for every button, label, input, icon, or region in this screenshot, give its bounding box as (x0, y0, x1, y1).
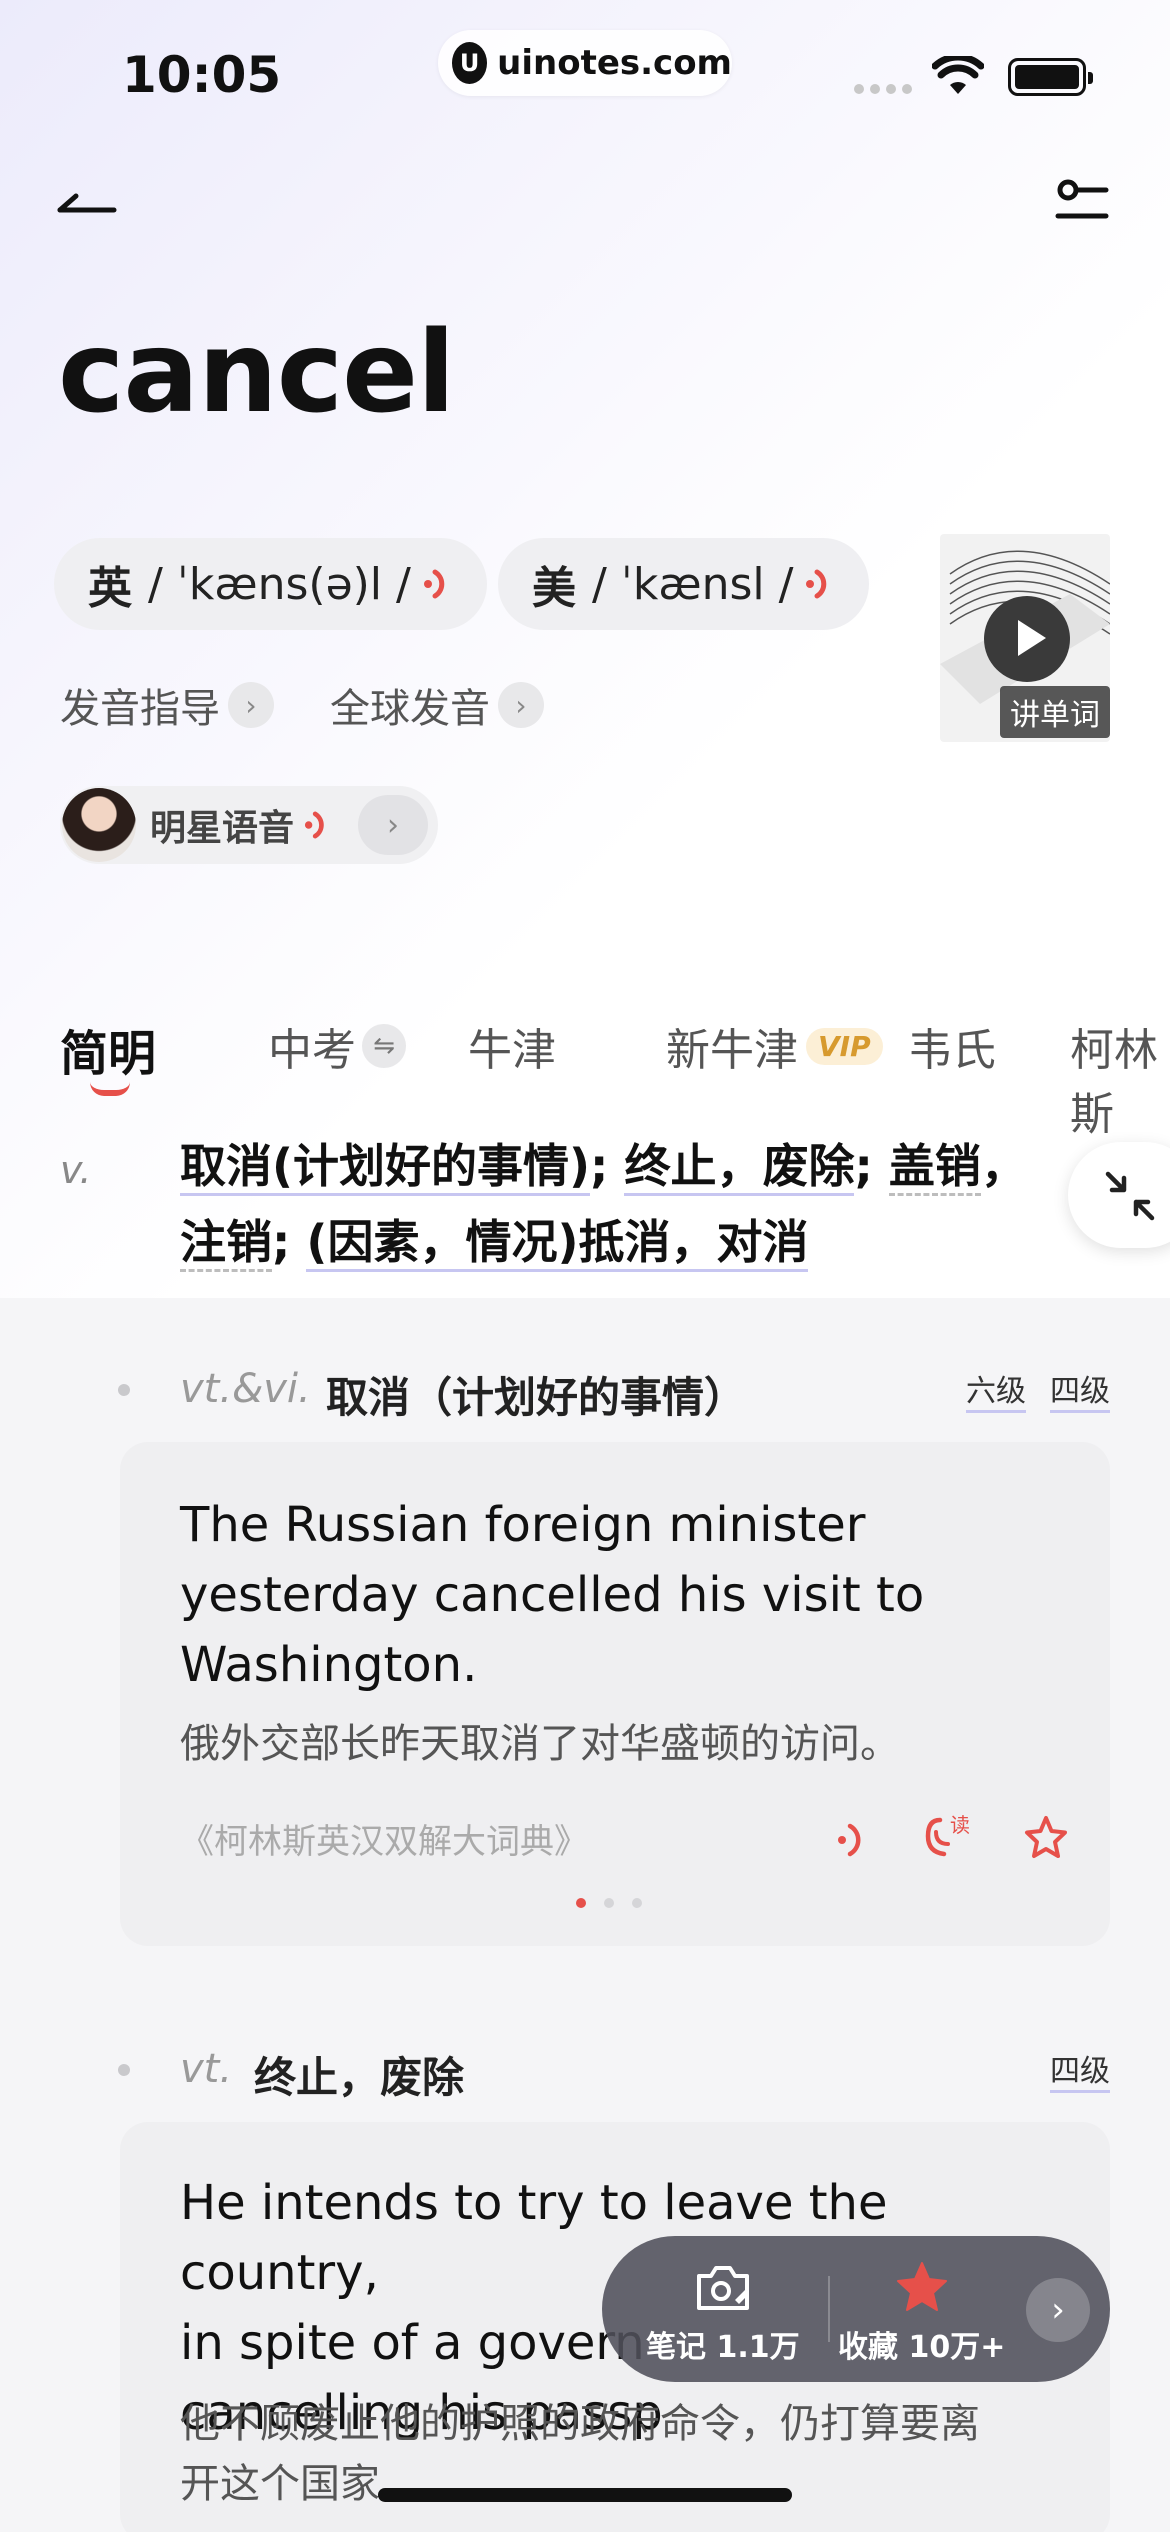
level-tag: 四级 (1050, 1366, 1110, 1413)
example-line: 开这个国家 (180, 2461, 380, 2507)
tab-label: 韦氏 (908, 1025, 996, 1076)
svg-text:读: 读 (950, 1814, 970, 1837)
url-text: uinotes.com (497, 43, 732, 83)
favorite-label: 收藏 10万+ (838, 2330, 1006, 2365)
part-of-speech: v. (60, 1148, 92, 1192)
example-source: 《柯林斯英汉双解大词典》 (180, 1822, 588, 1862)
speaker-icon[interactable] (826, 1814, 878, 1866)
dictionary-tabs: 简明 中考 ⇋ 牛津 新牛津 VIP 韦氏 柯林斯 (0, 1014, 1170, 1140)
pron-lang-label: 美 (532, 563, 576, 614)
wifi-icon (932, 56, 984, 94)
pronunciation-us[interactable]: 美 / ˈkænsl / (498, 538, 870, 630)
definition-part[interactable]: 盖销 (888, 1139, 981, 1196)
pron-ipa: / ˈkæns(ə)l / (148, 558, 411, 610)
chevron-right-icon: › (498, 682, 544, 728)
tab-label: 新牛津 (666, 1025, 798, 1076)
home-indicator (378, 2488, 792, 2502)
separator: ， (980, 1139, 1027, 1193)
brief-definition: 取消(计划好的事情); 终止，废除; 盖销， 注销; (因素，情况)抵消，对消 (180, 1128, 1040, 1280)
read-aloud-icon[interactable]: 读 (922, 1810, 974, 1862)
star-voice-button[interactable]: 明星语音 › (60, 786, 438, 864)
star-filled-icon (896, 2262, 947, 2311)
tab-label: 柯林斯 (1070, 1025, 1158, 1140)
separator: ; (272, 1215, 307, 1269)
pron-ipa: / ˈkænsl / (592, 558, 794, 610)
status-time: 10:05 (122, 46, 282, 104)
headword: cancel (58, 308, 455, 438)
bullet (118, 1384, 130, 1396)
separator: ; (590, 1139, 625, 1193)
chevron-right-icon[interactable]: › (358, 795, 428, 855)
notes-label: 笔记 1.1万 (646, 2330, 800, 2365)
tab-label: 牛津 (468, 1025, 556, 1076)
star-voice-label: 明星语音 (150, 808, 295, 849)
swap-icon: ⇋ (362, 1024, 406, 1068)
collapse-icon (1105, 1171, 1155, 1221)
floating-toolbar: 笔记 1.1万 收藏 10万+ › (602, 2236, 1110, 2382)
sense-pos: vt. (180, 2046, 233, 2092)
pron-lang-label: 英 (88, 563, 132, 614)
separator: ; (854, 1139, 889, 1193)
global-pronunciation-label: 全球发音 (330, 686, 490, 732)
tab-new-oxford[interactable]: 新牛津 VIP (666, 1014, 883, 1078)
definition-part[interactable]: 终止，废除 (624, 1139, 855, 1196)
sense-meaning: 取消（计划好的事情） (326, 1373, 747, 1422)
cellular-signal-icon (854, 84, 912, 94)
tab-label: 简明 (60, 1026, 157, 1082)
battery-icon (1008, 58, 1093, 96)
sense-pos: vt.&vi. (180, 1366, 311, 1412)
chevron-right-icon[interactable]: › (1026, 2278, 1090, 2342)
star-outline-icon[interactable] (1020, 1812, 1072, 1864)
chevron-right-icon: › (228, 682, 274, 728)
tab-brief[interactable]: 简明 (60, 1014, 156, 1084)
collapse-button[interactable] (1068, 1142, 1170, 1248)
site-logo-icon: U (452, 42, 488, 84)
example-chinese: 俄外交部长昨天取消了对华盛顿的访问。 (180, 1721, 900, 1767)
definition-part[interactable]: (因素，情况)抵消，对消 (306, 1215, 809, 1272)
sense-meaning: 终止，废除 (254, 2053, 465, 2102)
camera-note-icon (696, 2266, 749, 2310)
favorite-button[interactable]: 收藏 10万+ (838, 2260, 1005, 2366)
bullet (118, 2064, 130, 2076)
definition-part[interactable]: 取消(计划好的事情) (180, 1139, 591, 1196)
tab-webster[interactable]: 韦氏 (908, 1014, 996, 1078)
word-video-thumbnail[interactable]: 讲单词 (940, 534, 1110, 742)
definition-part[interactable]: 注销 (180, 1215, 272, 1272)
level-tag: 六级 (966, 1366, 1026, 1413)
avatar (62, 788, 136, 862)
divider (828, 2276, 830, 2342)
url-pill: U uinotes.com (438, 30, 732, 96)
example-english: The Russian foreign minister yesterday c… (180, 1497, 925, 1693)
pronunciation-guide-label: 发音指导 (60, 686, 220, 732)
back-arrow-icon[interactable] (52, 176, 122, 236)
tab-label: 中考 (268, 1025, 356, 1076)
pronunciation-uk[interactable]: 英 / ˈkæns(ə)l / (54, 538, 487, 630)
speaker-icon (806, 569, 827, 599)
speaker-icon (304, 811, 324, 839)
tab-zhongkao[interactable]: 中考 ⇋ (268, 1014, 406, 1078)
play-icon (984, 596, 1070, 682)
video-caption: 讲单词 (1000, 686, 1110, 738)
settings-toggle-icon[interactable] (1052, 176, 1112, 236)
example-card[interactable]: The Russian foreign minister yesterday c… (120, 1442, 1110, 1946)
tab-oxford[interactable]: 牛津 (468, 1014, 556, 1078)
vip-badge: VIP (806, 1027, 883, 1065)
speaker-icon (423, 569, 445, 599)
level-tag: 四级 (1050, 2046, 1110, 2093)
notes-button[interactable]: 笔记 1.1万 (646, 2260, 800, 2366)
tab-collins[interactable]: 柯林斯 (1070, 1014, 1170, 1142)
global-pronunciation-link[interactable]: 全球发音 › (330, 676, 544, 734)
pronunciation-guide-link[interactable]: 发音指导 › (60, 676, 274, 734)
example-pager (576, 1898, 642, 1908)
example-line: 他不顾废止他的护照的政府命令，仍打算要离 (180, 2401, 980, 2447)
